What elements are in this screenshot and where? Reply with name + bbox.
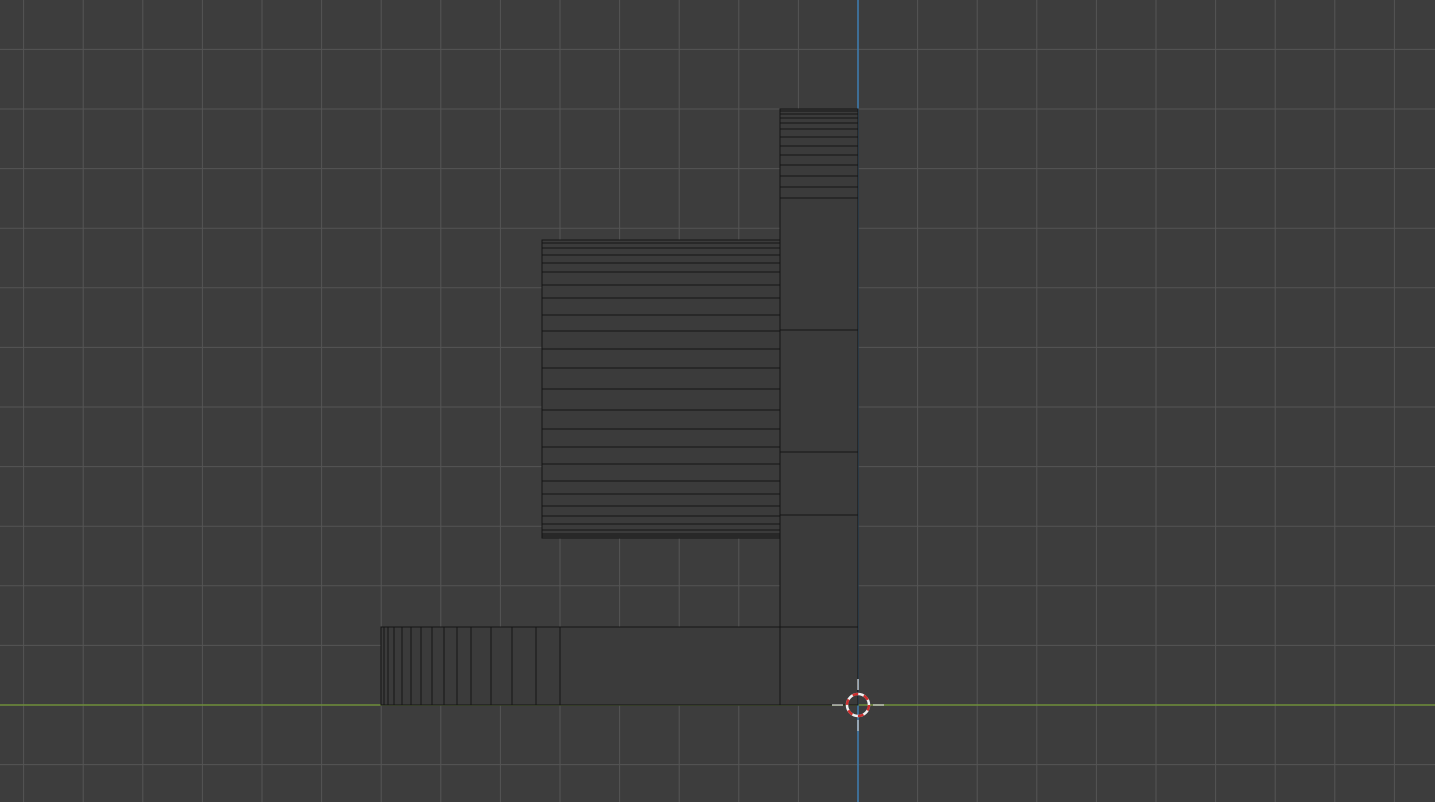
viewport-canvas[interactable] — [0, 0, 1435, 802]
base-face — [380, 626, 859, 706]
middle-block-mesh[interactable] — [541, 239, 781, 539]
3d-viewport[interactable] — [0, 0, 1435, 802]
base-slab-mesh[interactable] — [380, 626, 859, 706]
vertical-pillar-mesh[interactable] — [779, 108, 859, 706]
